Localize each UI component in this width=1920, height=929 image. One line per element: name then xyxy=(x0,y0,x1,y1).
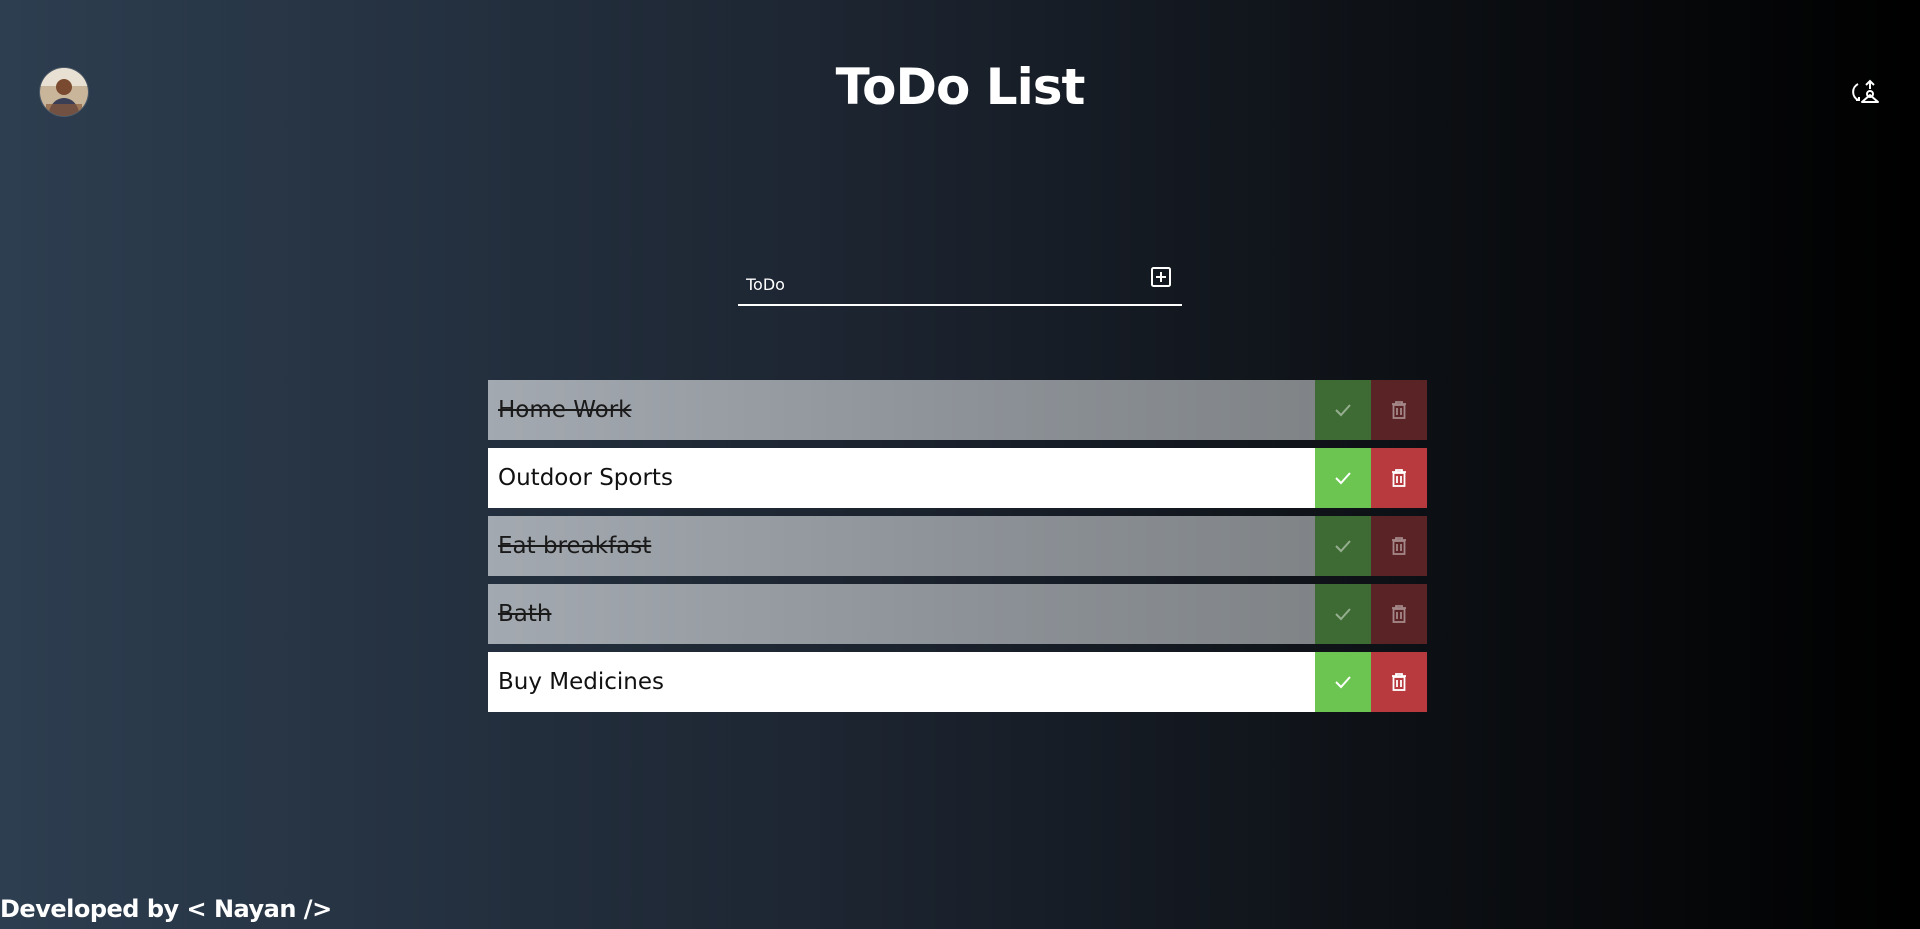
todo-item: Buy Medicines xyxy=(488,652,1427,712)
todo-item: Home Work xyxy=(488,380,1427,440)
delete-button[interactable] xyxy=(1371,652,1427,712)
complete-button[interactable] xyxy=(1315,584,1371,644)
delete-button[interactable] xyxy=(1371,584,1427,644)
todo-text: Outdoor Sports xyxy=(488,448,1315,508)
theme-toggle-icon xyxy=(1852,79,1879,103)
todo-input[interactable] xyxy=(746,272,1126,296)
todo-text: Home Work xyxy=(488,380,1315,440)
check-icon xyxy=(1335,472,1351,485)
plus-square-icon xyxy=(1151,267,1171,287)
add-todo-button[interactable] xyxy=(1150,266,1172,288)
complete-button[interactable] xyxy=(1315,380,1371,440)
trash-icon xyxy=(1392,537,1406,555)
todo-text: Bath xyxy=(488,584,1315,644)
theme-toggle-button[interactable] xyxy=(1850,76,1884,110)
todo-item: Eat breakfast xyxy=(488,516,1427,576)
complete-button[interactable] xyxy=(1315,516,1371,576)
delete-button[interactable] xyxy=(1371,448,1427,508)
todo-input-wrapper xyxy=(738,262,1182,306)
todo-list: Home Work Outdoor Sports Eat breakfast B… xyxy=(488,380,1427,720)
todo-item: Bath xyxy=(488,584,1427,644)
todo-text: Eat breakfast xyxy=(488,516,1315,576)
check-icon xyxy=(1335,404,1351,417)
delete-button[interactable] xyxy=(1371,380,1427,440)
delete-button[interactable] xyxy=(1371,516,1427,576)
trash-icon xyxy=(1392,673,1406,691)
footer-credit: Developed by < Nayan /> xyxy=(0,895,332,923)
check-icon xyxy=(1335,676,1351,689)
trash-icon xyxy=(1392,605,1406,623)
complete-button[interactable] xyxy=(1315,652,1371,712)
check-icon xyxy=(1335,608,1351,621)
page-title: ToDo List xyxy=(835,58,1086,116)
trash-icon xyxy=(1392,401,1406,419)
todo-item: Outdoor Sports xyxy=(488,448,1427,508)
complete-button[interactable] xyxy=(1315,448,1371,508)
trash-icon xyxy=(1392,469,1406,487)
check-icon xyxy=(1335,540,1351,553)
todo-text: Buy Medicines xyxy=(488,652,1315,712)
